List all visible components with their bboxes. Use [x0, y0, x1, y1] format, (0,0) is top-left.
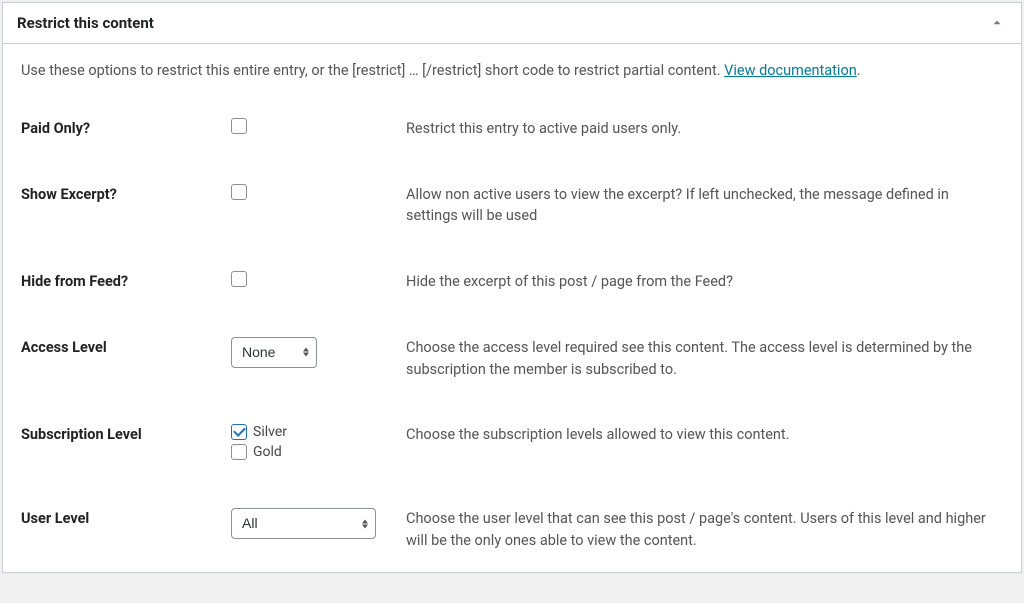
access-level-description: Choose the access level required see thi…: [406, 337, 1003, 381]
view-documentation-link[interactable]: View documentation: [724, 62, 857, 79]
hide-from-feed-label: Hide from Feed?: [21, 271, 231, 290]
user-level-label: User Level: [21, 508, 231, 527]
row-hide-from-feed: Hide from Feed? Hide the excerpt of this…: [21, 271, 1003, 293]
subscription-level-description: Choose the subscription levels allowed t…: [406, 424, 1003, 446]
subscription-level-input-cell: Silver Gold: [231, 424, 406, 464]
row-access-level: Access Level None Choose the access leve…: [21, 337, 1003, 381]
row-subscription-level: Subscription Level Silver Gold Choose th…: [21, 424, 1003, 464]
show-excerpt-label: Show Excerpt?: [21, 184, 231, 203]
subscription-option-silver: Silver: [231, 424, 406, 440]
user-level-description: Choose the user level that can see this …: [406, 508, 1003, 552]
intro-suffix: .: [857, 62, 861, 79]
paid-only-description: Restrict this entry to active paid users…: [406, 118, 1003, 140]
paid-only-label: Paid Only?: [21, 118, 231, 137]
paid-only-checkbox[interactable]: [231, 118, 247, 134]
show-excerpt-checkbox[interactable]: [231, 184, 247, 200]
metabox-toggle[interactable]: [987, 13, 1007, 33]
subscription-level-label: Subscription Level: [21, 424, 231, 443]
intro-text: Use these options to restrict this entir…: [21, 60, 1003, 82]
subscription-gold-checkbox[interactable]: [231, 444, 247, 460]
access-level-select[interactable]: None: [231, 337, 317, 368]
subscription-option-gold: Gold: [231, 444, 406, 460]
access-level-input-cell: None: [231, 337, 406, 368]
show-excerpt-input-cell: [231, 184, 406, 204]
chevron-up-icon: [991, 17, 1003, 29]
access-level-select-wrap: None: [231, 337, 317, 368]
intro-prefix: Use these options to restrict this entir…: [21, 62, 724, 79]
show-excerpt-description: Allow non active users to view the excer…: [406, 184, 1003, 228]
user-level-select[interactable]: All: [231, 508, 376, 539]
restrict-content-metabox: Restrict this content Use these options …: [2, 2, 1022, 573]
subscription-gold-label: Gold: [253, 444, 282, 460]
user-level-input-cell: All: [231, 508, 406, 539]
row-show-excerpt: Show Excerpt? Allow non active users to …: [21, 184, 1003, 228]
metabox-title: Restrict this content: [17, 14, 154, 32]
paid-only-input-cell: [231, 118, 406, 138]
subscription-silver-checkbox[interactable]: [231, 424, 247, 440]
hide-from-feed-description: Hide the excerpt of this post / page fro…: [406, 271, 1003, 293]
metabox-header: Restrict this content: [3, 3, 1021, 44]
user-level-select-wrap: All: [231, 508, 376, 539]
access-level-label: Access Level: [21, 337, 231, 356]
subscription-silver-label: Silver: [253, 424, 287, 440]
hide-from-feed-input-cell: [231, 271, 406, 291]
row-paid-only: Paid Only? Restrict this entry to active…: [21, 118, 1003, 140]
metabox-body: Use these options to restrict this entir…: [3, 44, 1021, 572]
hide-from-feed-checkbox[interactable]: [231, 271, 247, 287]
row-user-level: User Level All Choose the user level tha…: [21, 508, 1003, 552]
